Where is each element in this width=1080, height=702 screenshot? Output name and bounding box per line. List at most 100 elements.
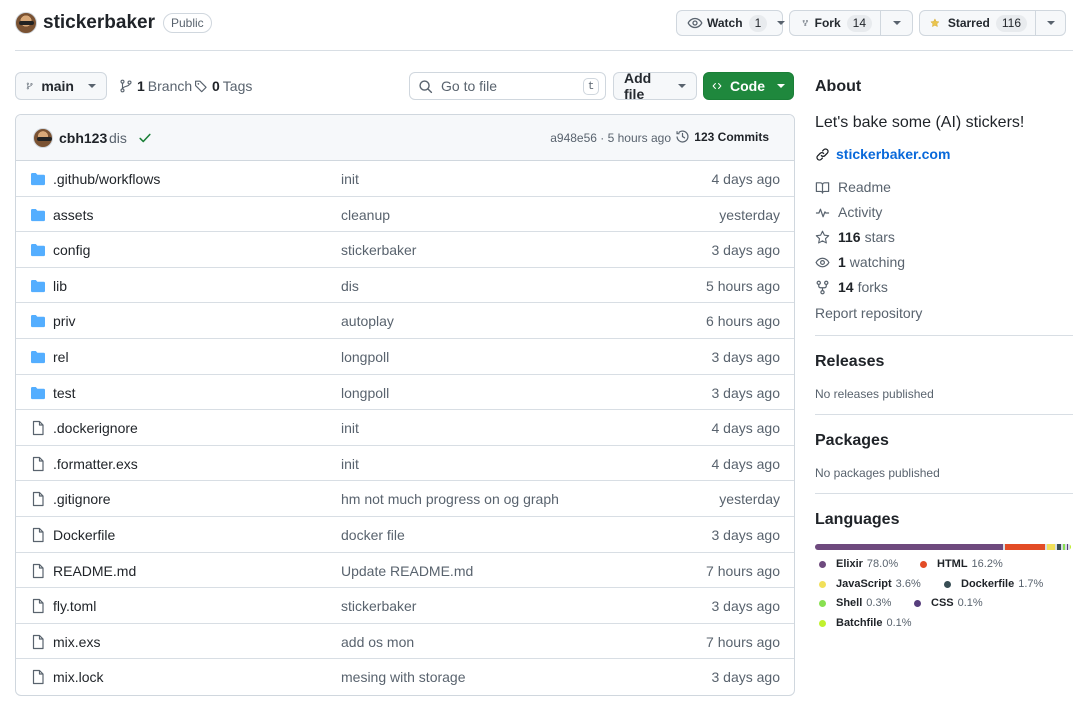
owner-avatar[interactable] (15, 12, 37, 34)
file-name[interactable]: mix.exs (53, 634, 100, 650)
file-row[interactable]: .dockerignore init 4 days ago (16, 410, 794, 446)
file-row[interactable]: .gitignore hm not much progress on og gra… (16, 481, 794, 517)
language-name: CSS (931, 597, 954, 609)
add-file-dropdown-icon (678, 84, 686, 88)
file-commit-message[interactable]: init (341, 420, 359, 436)
file-commit-message[interactable]: longpoll (341, 349, 389, 365)
visibility-badge: Public (162, 13, 212, 33)
file-name[interactable]: README.md (53, 563, 136, 579)
file-icon (30, 491, 46, 507)
file-name[interactable]: fly.toml (53, 598, 96, 614)
file-row[interactable]: lib dis 5 hours ago (16, 268, 794, 304)
commit-message[interactable]: dis (109, 130, 127, 146)
file-name[interactable]: assets (53, 207, 93, 223)
file-commit-message[interactable]: add os mon (341, 634, 414, 650)
add-file-button[interactable]: Add file (613, 70, 697, 102)
language-color-dot (914, 599, 921, 607)
language-item[interactable]: Dockerfile 1.7% (944, 578, 1043, 590)
commits-link[interactable]: 123 Commits (675, 129, 769, 144)
commit-hash-time[interactable]: a948e56 · 5 hours ago (550, 131, 671, 145)
fork-dropdown[interactable] (880, 11, 912, 35)
file-icon (30, 456, 46, 472)
file-name[interactable]: Dockerfile (53, 527, 115, 543)
file-name[interactable]: rel (53, 349, 69, 365)
file-row[interactable]: fly.toml stickerbaker 3 days ago (16, 588, 794, 624)
file-name[interactable]: .gitignore (53, 491, 111, 507)
file-name[interactable]: .github/workflows (53, 171, 160, 187)
file-name[interactable]: mix.lock (53, 669, 104, 685)
file-name[interactable]: test (53, 385, 76, 401)
file-commit-message[interactable]: Update README.md (341, 563, 473, 579)
file-row[interactable]: mix.lock mesing with storage 3 days ago (16, 659, 794, 695)
file-commit-message[interactable]: hm not much progress on og graph (341, 491, 559, 507)
language-color-dot (920, 560, 927, 568)
file-commit-message[interactable]: dis (341, 278, 359, 294)
commit-author-avatar[interactable] (33, 128, 53, 148)
file-row[interactable]: priv autoplay 6 hours ago (16, 303, 794, 339)
file-name[interactable]: lib (53, 278, 67, 294)
branch-selector[interactable]: main (15, 72, 107, 100)
file-row[interactable]: mix.exs add os mon 7 hours ago (16, 624, 794, 660)
file-row[interactable]: test longpoll 3 days ago (16, 375, 794, 411)
watch-dropdown-icon (777, 21, 786, 25)
sidebar-divider (815, 414, 1073, 415)
header-divider (15, 50, 1073, 51)
releases-heading[interactable]: Releases (815, 353, 884, 371)
activity-link[interactable]: Activity (815, 204, 882, 220)
file-row[interactable]: .formatter.exs init 4 days ago (16, 446, 794, 482)
go-to-file-input[interactable] (441, 78, 581, 94)
file-row[interactable]: .github/workflows init 4 days ago (16, 161, 794, 197)
watching-link[interactable]: 1 watching (815, 254, 905, 270)
star-dropdown[interactable] (1035, 11, 1065, 35)
file-row[interactable]: README.md Update README.md 7 hours ago (16, 553, 794, 589)
language-item[interactable]: CSS 0.1% (914, 597, 983, 609)
file-row[interactable]: config stickerbaker 3 days ago (16, 232, 794, 268)
forks-count: 14 (838, 279, 854, 295)
file-commit-message[interactable]: stickerbaker (341, 242, 416, 258)
forks-link[interactable]: 14 forks (815, 279, 888, 295)
file-name[interactable]: priv (53, 313, 76, 329)
code-button[interactable]: Code (703, 72, 794, 100)
tag-icon (195, 80, 207, 93)
file-commit-message[interactable]: stickerbaker (341, 598, 416, 614)
file-commit-message[interactable]: docker file (341, 527, 405, 543)
file-commit-message[interactable]: init (341, 456, 359, 472)
star-button[interactable]: Starred 116 (919, 10, 1066, 36)
file-commit-message[interactable]: mesing with storage (341, 669, 466, 685)
fork-icon (816, 280, 829, 294)
file-row[interactable]: Dockerfile docker file 3 days ago (16, 517, 794, 553)
file-commit-message[interactable]: autoplay (341, 313, 394, 329)
language-color-dot (819, 599, 826, 607)
file-icon (30, 527, 46, 543)
stars-link[interactable]: 116 stars (815, 229, 895, 245)
file-name[interactable]: .formatter.exs (53, 456, 138, 472)
language-item[interactable]: Batchfile 0.1% (819, 617, 912, 629)
website-link[interactable]: stickerbaker.com (815, 146, 950, 162)
file-commit-message[interactable]: init (341, 171, 359, 187)
file-name[interactable]: .dockerignore (53, 420, 138, 436)
code-dropdown-icon (777, 84, 785, 88)
check-icon[interactable] (138, 131, 152, 145)
report-repository-link[interactable]: Report repository (815, 305, 922, 321)
file-commit-message[interactable]: longpoll (341, 385, 389, 401)
fork-button[interactable]: Fork 14 (789, 10, 913, 36)
fork-icon (802, 19, 808, 27)
language-item[interactable]: Shell 0.3% (819, 597, 891, 609)
packages-heading[interactable]: Packages (815, 432, 889, 450)
repo-name[interactable]: stickerbaker (43, 12, 155, 34)
language-item[interactable]: Elixir 78.0% (819, 558, 898, 570)
commit-author[interactable]: cbh123 (59, 130, 107, 146)
readme-link[interactable]: Readme (815, 179, 891, 195)
watching-label: watching (849, 254, 906, 270)
file-commit-message[interactable]: cleanup (341, 207, 390, 223)
go-to-file-search[interactable]: t (409, 72, 606, 100)
branches-link[interactable]: 1 Branch (119, 78, 192, 94)
watch-button[interactable]: Watch 1 (676, 10, 786, 36)
tags-link[interactable]: 0 Tags (194, 78, 252, 94)
file-row[interactable]: rel longpoll 3 days ago (16, 339, 794, 375)
file-row[interactable]: assets cleanup yesterday (16, 197, 794, 233)
language-item[interactable]: JavaScript 3.6% (819, 578, 921, 590)
file-name[interactable]: config (53, 242, 90, 258)
language-item[interactable]: HTML 16.2% (920, 558, 1003, 570)
file-commit-time: yesterday (719, 206, 780, 223)
